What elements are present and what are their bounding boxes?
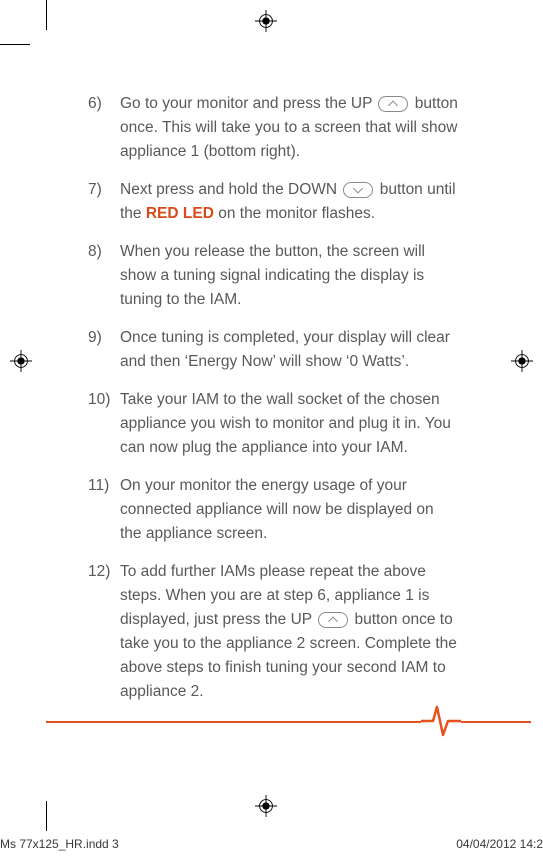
step-12: 12) To add further IAMs please repeat th… — [88, 560, 458, 704]
step-text: On your monitor the energy usage of your… — [120, 474, 458, 546]
step-text: Go to your monitor and press the UP butt… — [120, 92, 458, 164]
down-button-icon — [343, 182, 373, 198]
step-number: 12) — [88, 560, 120, 704]
crop-mark — [46, 0, 47, 30]
divider — [46, 701, 531, 741]
step-number: 11) — [88, 474, 120, 546]
step-text: When you release the button, the screen … — [120, 240, 458, 312]
text: on the monitor flashes. — [214, 205, 375, 222]
step-11: 11) On your monitor the energy usage of … — [88, 474, 458, 546]
step-text: Next press and hold the DOWN button unti… — [120, 178, 458, 226]
registration-mark-icon — [255, 795, 277, 817]
page-content: 6) Go to your monitor and press the UP b… — [88, 92, 458, 718]
footer-timestamp: 04/04/2012 14:2 — [456, 837, 543, 851]
red-led-label: RED LED — [146, 205, 214, 222]
step-9: 9) Once tuning is completed, your displa… — [88, 326, 458, 374]
registration-mark-icon — [10, 350, 32, 372]
footer-filename: Ms 77x125_HR.indd 3 — [0, 837, 119, 851]
registration-mark-icon — [511, 350, 533, 372]
step-text: Take your IAM to the wall socket of the … — [120, 388, 458, 460]
text: Go to your monitor and press the UP — [120, 95, 376, 112]
step-8: 8) When you release the button, the scre… — [88, 240, 458, 312]
pulse-icon — [421, 701, 461, 741]
step-number: 9) — [88, 326, 120, 374]
step-text: Once tuning is completed, your display w… — [120, 326, 458, 374]
step-number: 7) — [88, 178, 120, 226]
text: Next press and hold the DOWN — [120, 181, 341, 198]
step-text: To add further IAMs please repeat the ab… — [120, 560, 458, 704]
step-number: 10) — [88, 388, 120, 460]
up-button-icon — [378, 96, 408, 112]
crop-mark — [0, 44, 30, 45]
registration-mark-icon — [255, 10, 277, 32]
crop-mark — [46, 801, 47, 831]
up-button-icon — [318, 612, 348, 628]
step-7: 7) Next press and hold the DOWN button u… — [88, 178, 458, 226]
step-number: 8) — [88, 240, 120, 312]
step-number: 6) — [88, 92, 120, 164]
step-10: 10) Take your IAM to the wall socket of … — [88, 388, 458, 460]
step-6: 6) Go to your monitor and press the UP b… — [88, 92, 458, 164]
